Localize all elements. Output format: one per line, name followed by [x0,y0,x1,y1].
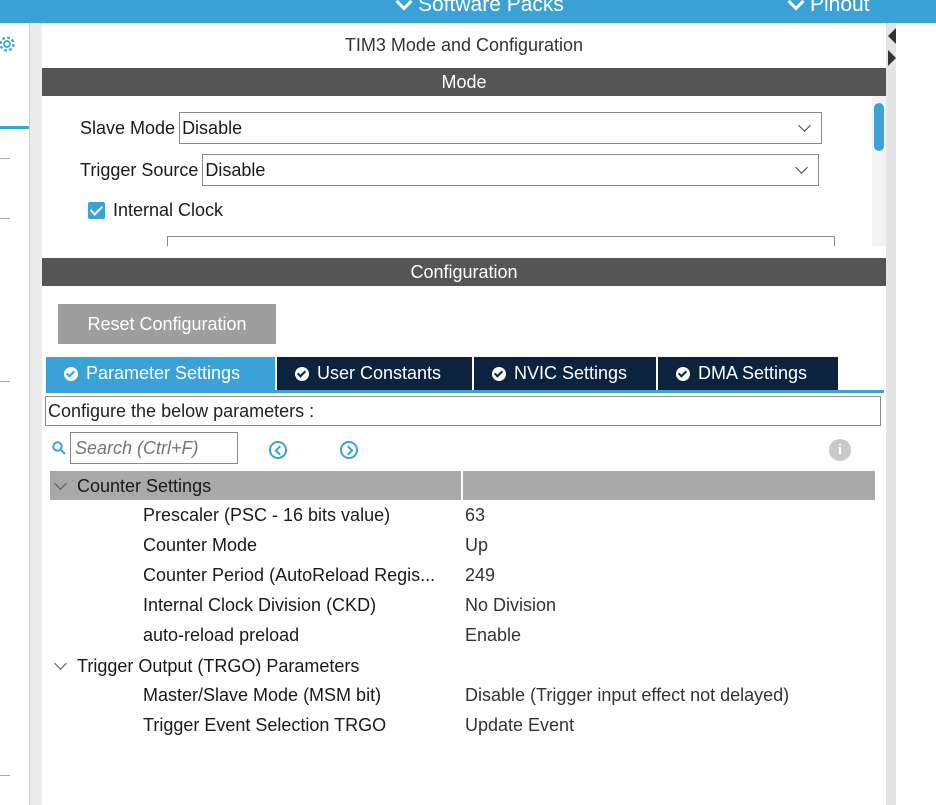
internal-clock-row: Internal Clock [88,200,223,221]
slave-mode-row: Slave Mode Disable [80,112,823,144]
param-value[interactable]: No Division [465,595,556,616]
collapse-right-icon[interactable] [888,50,896,66]
group-counter-settings[interactable]: Counter Settings [50,471,211,501]
table-row[interactable]: Trigger Event Selection TRGO Update Even… [42,711,886,741]
configuration-section-header: Configuration [42,258,886,286]
table-row[interactable]: Prescaler (PSC - 16 bits value) 63 [42,501,886,531]
left-splitter[interactable] [30,23,42,805]
mode-scrollbar-thumb[interactable] [874,103,884,151]
tab-dma-settings[interactable]: DMA Settings [658,357,838,390]
tab-user-constants[interactable]: User Constants [277,357,472,390]
internal-clock-label: Internal Clock [113,200,224,220]
next-icon[interactable] [340,441,358,459]
internal-clock-checkbox[interactable] [88,202,105,219]
table-row[interactable]: Internal Clock Division (CKD) No Divisio… [42,591,886,621]
tab-label: DMA Settings [698,363,808,383]
gear-icon[interactable] [0,33,18,55]
slave-mode-select[interactable]: Disable [179,112,823,144]
chevron-down-icon [798,119,811,132]
channel-select-partial[interactable] [167,236,835,246]
tab-label: Parameter Settings [86,363,241,383]
left-sidebar [0,23,30,805]
param-name: Counter Period (AutoReload Regis... [143,565,436,585]
collapse-left-icon[interactable] [888,28,896,44]
pinout-menu[interactable]: Pinout [787,0,870,17]
divider [0,775,10,776]
divider [0,218,10,219]
search-icon [52,441,66,455]
top-nav-bar: Software Packs Pinout [0,0,936,23]
check-icon [64,366,78,381]
table-row[interactable]: Master/Slave Mode (MSM bit) Disable (Tri… [42,681,886,711]
mode-section-header: Mode [42,68,886,96]
check-icon [295,366,309,381]
divider [0,381,10,382]
tab-label: User Constants [317,363,442,383]
prev-icon[interactable] [269,441,287,459]
chevron-down-icon [795,161,809,174]
tab-nvic-settings[interactable]: NVIC Settings [474,357,656,390]
param-name: Trigger Event Selection TRGO [143,715,387,735]
search-row [52,432,238,464]
check-icon [492,366,506,381]
collapse-icon[interactable] [54,656,67,670]
check-icon [676,366,690,381]
tab-label: NVIC Settings [514,363,628,383]
reset-configuration-button[interactable]: Reset Configuration [58,304,276,344]
param-name: Master/Slave Mode (MSM bit) [143,685,382,705]
param-value[interactable]: Enable [465,625,521,646]
info-icon[interactable]: i [829,439,851,461]
group-trigger-output[interactable]: Trigger Output (TRGO) Parameters [50,651,359,681]
table-row[interactable]: auto-reload preload Enable [42,621,886,651]
table-row[interactable]: Counter Period (AutoReload Regis... 249 [42,561,886,591]
chevron-down-icon [787,0,805,11]
right-area [896,23,936,805]
software-packs-menu[interactable]: Software Packs [395,0,564,17]
trigger-source-select[interactable]: Disable [202,154,820,186]
configure-hint: Configure the below parameters : [45,396,881,426]
param-name: Internal Clock Division (CKD) [143,595,377,615]
param-value[interactable]: Disable (Trigger input effect not delaye… [465,685,789,706]
param-value[interactable]: 63 [465,505,485,526]
param-value[interactable]: 249 [465,565,495,586]
param-value[interactable]: Up [465,535,488,556]
tim3-config-panel: TIM3 Mode and Configuration Mode Slave M… [42,23,886,805]
panel-title: TIM3 Mode and Configuration [344,35,584,55]
param-name: auto-reload preload [143,625,300,645]
trigger-source-value: Disable [205,160,266,180]
param-name: Prescaler (PSC - 16 bits value) [143,505,391,525]
divider [0,158,10,159]
column-divider[interactable] [461,471,463,500]
slave-mode-value: Disable [182,118,243,138]
group-label: Counter Settings [77,475,212,496]
param-value[interactable]: Update Event [465,715,574,736]
right-splitter[interactable] [886,23,896,805]
config-tabs: Parameter Settings User Constants NVIC S… [46,357,884,393]
tab-parameter-settings[interactable]: Parameter Settings [46,357,275,390]
chevron-down-icon [395,0,413,11]
table-row[interactable]: Counter Mode Up [42,531,886,561]
software-packs-label: Software Packs [418,0,564,16]
slave-mode-label: Slave Mode [80,117,176,138]
mode-section: Slave Mode Disable Trigger Source Disabl… [42,96,886,246]
pinout-label: Pinout [810,0,870,16]
tab-underline [46,390,884,393]
group-label: Trigger Output (TRGO) Parameters [77,655,360,676]
param-name: Counter Mode [143,535,258,555]
sidebar-selection-indicator [0,126,29,129]
trigger-source-row: Trigger Source Disable [80,154,820,186]
collapse-icon[interactable] [54,476,67,490]
search-input[interactable] [70,432,238,464]
trigger-source-label: Trigger Source [80,159,199,180]
